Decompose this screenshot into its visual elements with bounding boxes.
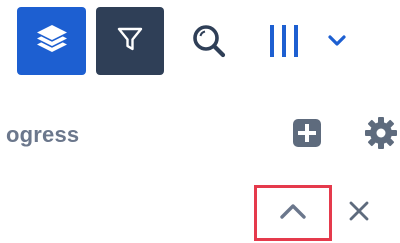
chevron-down-icon[interactable]	[324, 16, 350, 66]
column-title: ogress	[6, 122, 80, 147]
settings-button[interactable]	[364, 116, 398, 155]
gear-icon	[364, 116, 398, 155]
columns-button[interactable]	[262, 16, 360, 66]
layers-button[interactable]	[17, 7, 86, 75]
screen: ogress	[0, 0, 400, 243]
add-button[interactable]	[292, 118, 322, 153]
collapse-button[interactable]	[254, 185, 332, 241]
close-button[interactable]	[344, 196, 374, 230]
search-icon	[189, 21, 229, 66]
chevron-up-icon	[277, 201, 309, 226]
filter-icon	[115, 24, 145, 59]
filter-button[interactable]	[96, 7, 164, 75]
columns-icon	[262, 16, 306, 66]
search-button[interactable]	[186, 20, 232, 66]
close-icon	[348, 200, 370, 227]
layers-icon	[34, 21, 70, 62]
plus-square-icon	[292, 118, 322, 153]
column-header: ogress	[0, 108, 400, 168]
